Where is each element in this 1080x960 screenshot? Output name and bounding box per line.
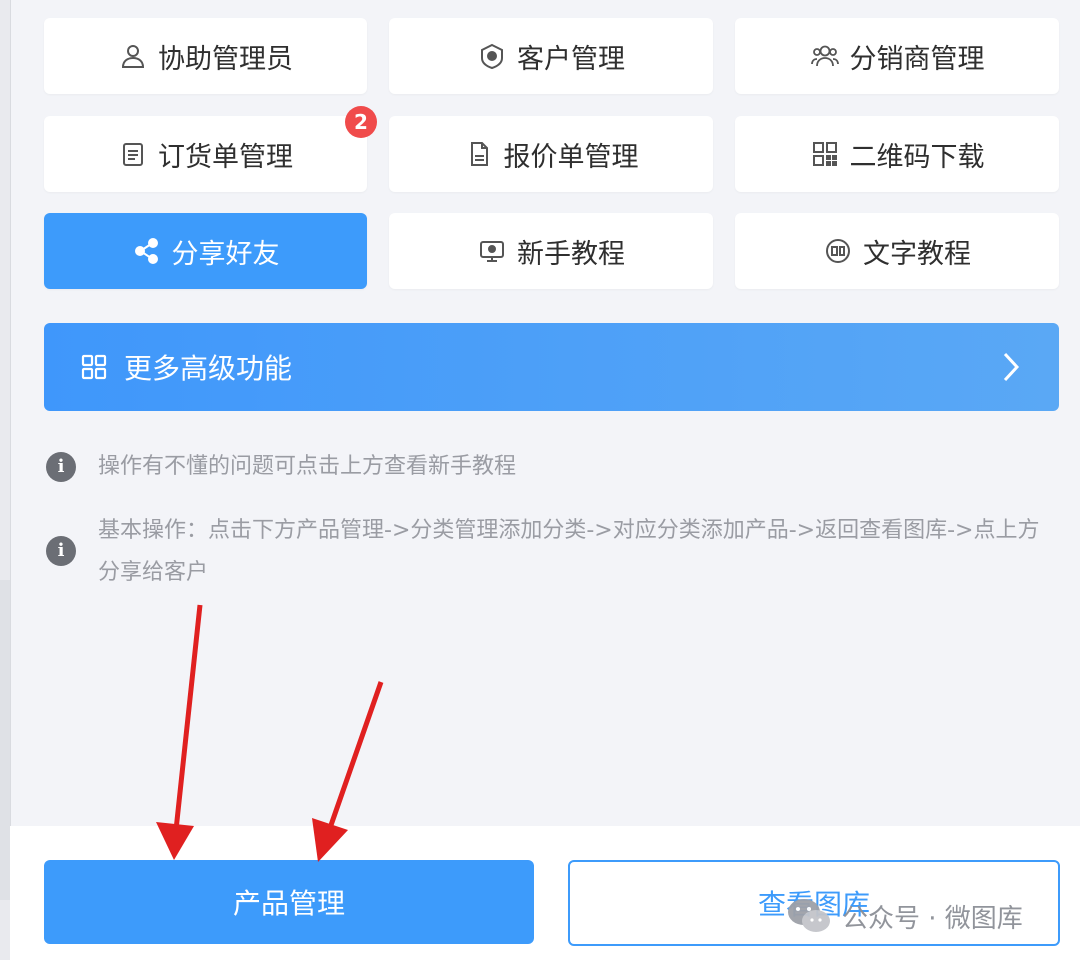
tile-assistant-admin[interactable]: 协助管理员 — [44, 18, 367, 94]
text-tutorial-icon — [823, 236, 853, 266]
tile-customer-management[interactable]: 客户管理 — [389, 18, 713, 94]
tile-share-friends[interactable]: 分享好友 — [44, 213, 367, 289]
more-advanced-features-bar[interactable]: 更多高级功能 — [44, 323, 1059, 411]
shield-icon — [477, 41, 507, 71]
group-icon — [810, 41, 840, 71]
person-icon — [118, 41, 148, 71]
tile-label: 新手教程 — [517, 238, 625, 270]
monitor-icon — [477, 236, 507, 266]
tile-label: 订货单管理 — [158, 141, 293, 173]
notification-badge: 2 — [345, 106, 377, 138]
share-icon — [132, 236, 162, 266]
tile-text-tutorial[interactable]: 文字教程 — [735, 213, 1059, 289]
tile-order-management[interactable]: 订货单管理 2 — [44, 106, 377, 192]
product-management-button[interactable]: 产品管理 — [44, 860, 534, 944]
qr-code-icon — [810, 139, 840, 169]
tile-label: 分销商管理 — [849, 43, 985, 75]
tile-label: 协助管理员 — [158, 43, 293, 75]
watermark-text: 公众号 · 微图库 — [842, 903, 1023, 934]
basic-operation-text: 基本操作：点击下方产品管理->分类管理添加分类->对应分类添加产品->返回查看图… — [98, 518, 1040, 585]
tile-beginner-tutorial[interactable]: 新手教程 — [389, 213, 713, 289]
grid-icon — [81, 354, 107, 380]
clipboard-icon — [118, 139, 148, 169]
tile-label: 文字教程 — [863, 238, 971, 270]
more-features-label: 更多高级功能 — [124, 352, 293, 385]
help-note-text: 操作有不懂的问题可点击上方查看新手教程 — [98, 454, 517, 479]
tile-label: 二维码下载 — [849, 141, 985, 173]
help-note: i 操作有不懂的问题可点击上方查看新手教程 — [46, 446, 516, 488]
product-management-label: 产品管理 — [232, 887, 345, 920]
wechat-icon — [788, 899, 830, 932]
tile-quotation-management[interactable]: 报价单管理 — [389, 116, 713, 192]
basic-operation-note: i 基本操作：点击下方产品管理->分类管理添加分类->对应分类添加产品->返回查… — [46, 510, 1056, 594]
chevron-right-icon — [1003, 352, 1020, 382]
tile-label: 客户管理 — [517, 43, 625, 75]
document-icon — [464, 139, 494, 169]
tile-distributor-management[interactable]: 分销商管理 — [735, 18, 1059, 94]
tile-label: 报价单管理 — [503, 141, 639, 173]
tile-label: 分享好友 — [171, 238, 280, 270]
window-left-edge — [0, 0, 11, 960]
wechat-watermark: 公众号 · 微图库 — [786, 896, 1023, 936]
info-icon: i — [46, 452, 76, 482]
info-icon: i — [46, 536, 76, 566]
red-arrow-1 — [156, 604, 203, 860]
tile-qr-download[interactable]: 二维码下载 — [735, 116, 1059, 192]
